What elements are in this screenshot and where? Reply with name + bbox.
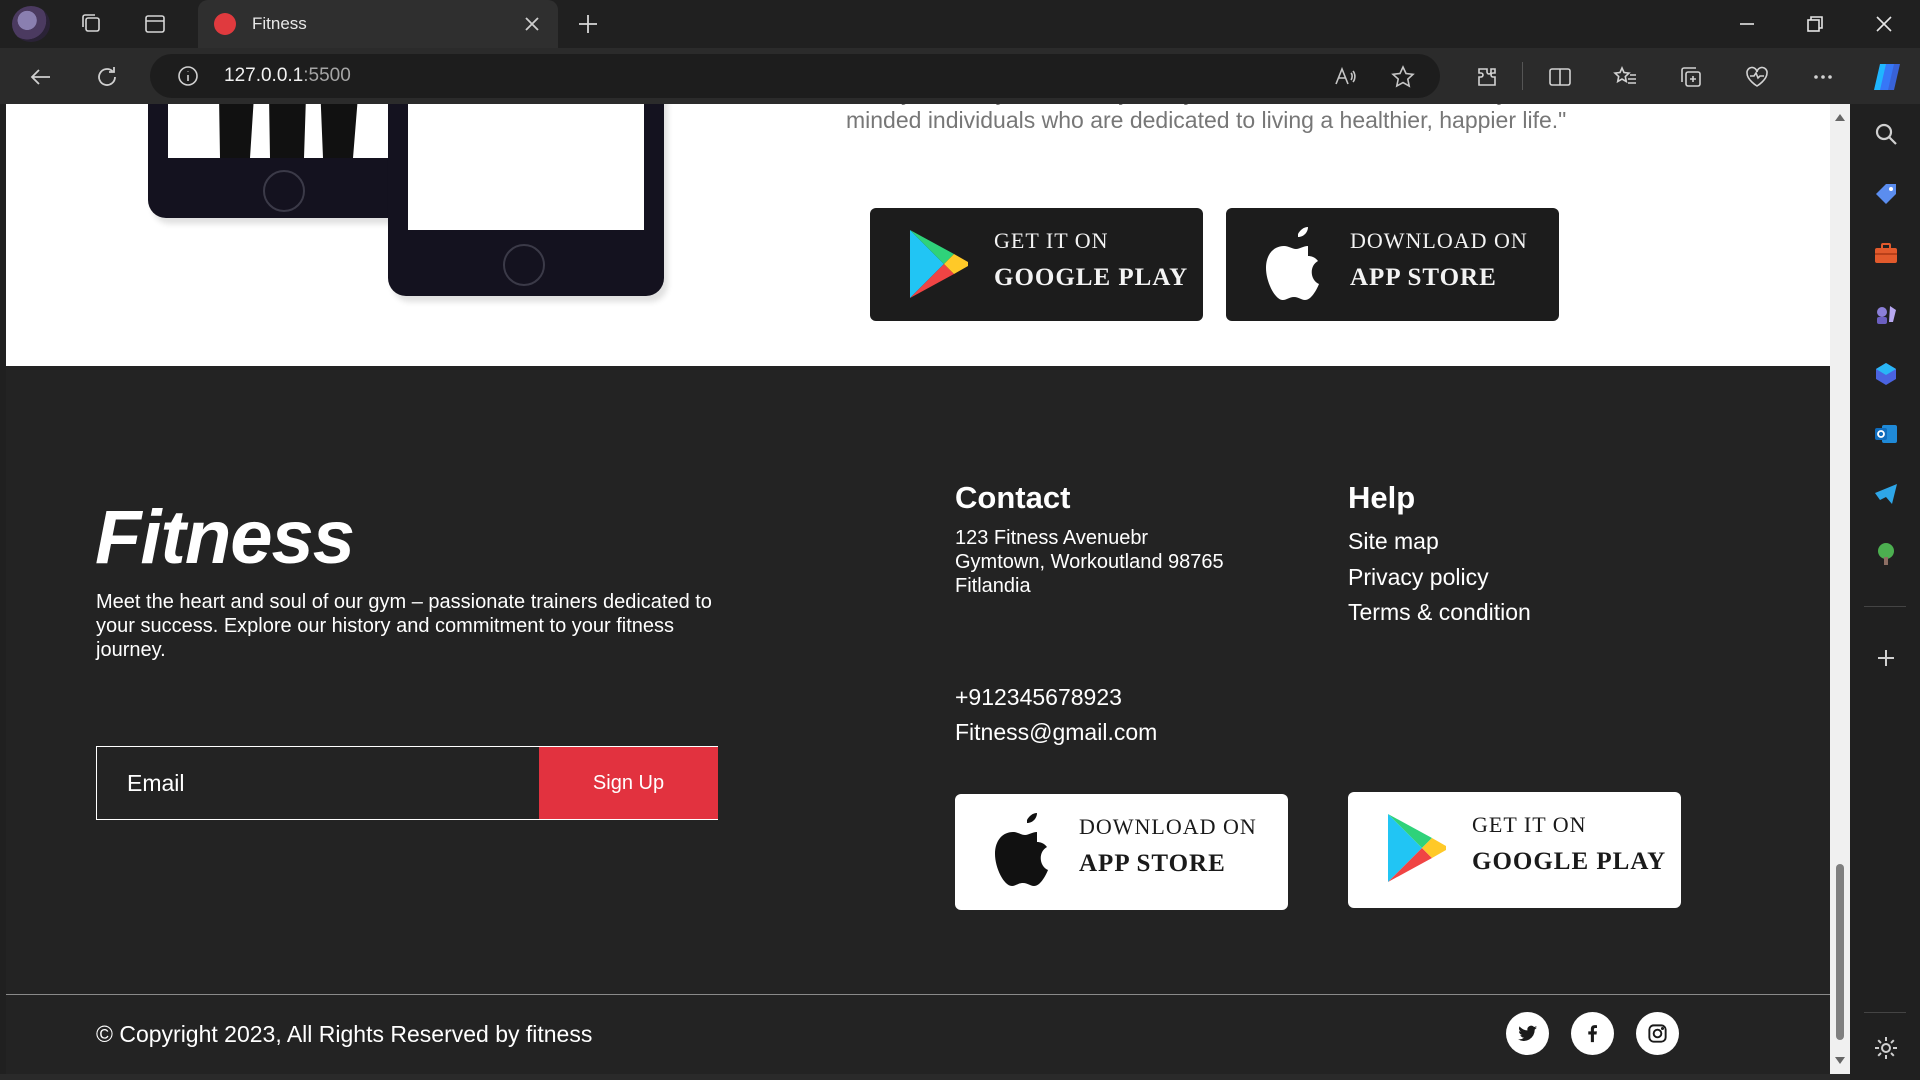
phone-screen — [168, 104, 400, 158]
favorite-star-icon[interactable] — [1390, 64, 1416, 90]
google-play-small-text: GET IT ON — [994, 228, 1109, 253]
search-icon[interactable] — [1872, 120, 1900, 148]
extensions-icon[interactable] — [1474, 64, 1500, 90]
help-heading: Help — [1348, 480, 1416, 515]
close-window-icon[interactable] — [1872, 12, 1896, 36]
contact-email[interactable]: Fitness@gmail.com — [955, 719, 1157, 746]
copilot-icon[interactable] — [1870, 60, 1904, 94]
page-viewport: Ready to start your fitness journey? Joi… — [6, 104, 1830, 1074]
sidebar-separator — [1864, 606, 1906, 607]
phone-home-button — [263, 170, 305, 212]
footer-google-play-big-text: GOOGLE PLAY — [1472, 848, 1667, 875]
new-tab-icon[interactable] — [576, 12, 600, 36]
shopping-tag-icon[interactable] — [1872, 180, 1900, 208]
close-tab-icon[interactable] — [522, 14, 542, 34]
address-line-1: 123 Fitness Avenuebr — [955, 527, 1149, 549]
newsletter-form: Sign Up — [96, 746, 718, 820]
footer-divider — [6, 994, 1830, 995]
vertical-tabs-icon[interactable] — [143, 12, 167, 36]
footer-about-text: Meet the heart and soul of our gym – pas… — [96, 591, 712, 661]
minimize-icon[interactable] — [1735, 12, 1759, 36]
add-icon[interactable] — [1872, 644, 1900, 672]
fitness-favicon-icon — [214, 13, 236, 35]
instagram-icon — [1648, 1024, 1667, 1043]
browser-tab-bar: Fitness — [0, 0, 1920, 48]
read-aloud-icon[interactable] — [1332, 64, 1358, 90]
google-play-big-text: GOOGLE PLAY — [994, 264, 1189, 291]
scrollbar-thumb[interactable] — [1836, 864, 1844, 1040]
edge-sidebar — [1850, 104, 1920, 1080]
address-line-2: Gymtown, Workoutland 98765 — [955, 551, 1224, 573]
help-link-site-map[interactable]: Site map — [1348, 528, 1439, 555]
contact-address: 123 Fitness Avenuebr Gymtown, Workoutlan… — [955, 526, 1295, 598]
site-footer: Fitness Meet the heart and soul of our g… — [6, 366, 1830, 1074]
app-store-small-text: DOWNLOAD ON — [1350, 228, 1528, 253]
copilot-sidebar-icon[interactable] — [1872, 360, 1900, 388]
footer-brand-logo[interactable]: Fitness — [95, 494, 355, 581]
toolbar-separator — [1522, 62, 1523, 90]
browser-essentials-icon[interactable] — [1744, 64, 1770, 90]
facebook-link[interactable] — [1571, 1012, 1614, 1055]
split-screen-icon[interactable] — [1547, 64, 1573, 90]
back-icon[interactable] — [28, 64, 54, 90]
restore-icon[interactable] — [1803, 12, 1827, 36]
url-host: 127.0.0.1 — [224, 65, 304, 86]
outlook-icon[interactable] — [1872, 420, 1900, 448]
settings-gear-icon[interactable] — [1872, 1034, 1900, 1062]
athlete-silhouette-image — [219, 104, 358, 158]
games-icon[interactable] — [1872, 300, 1900, 328]
instagram-link[interactable] — [1636, 1012, 1679, 1055]
collections-icon[interactable] — [1678, 64, 1704, 90]
help-link-terms[interactable]: Terms & condition — [1348, 599, 1531, 626]
sidebar-separator — [1864, 1012, 1906, 1013]
sign-up-button[interactable]: Sign Up — [539, 747, 718, 819]
url-text[interactable]: 127.0.0.1:5500 — [224, 65, 351, 87]
address-bar[interactable]: 127.0.0.1:5500 — [150, 54, 1440, 98]
footer-app-store-button[interactable]: DOWNLOAD ON APP STORE — [955, 794, 1288, 910]
profile-avatar[interactable] — [12, 6, 50, 42]
contact-phone[interactable]: +912345678923 — [955, 684, 1122, 711]
phone-screen — [408, 104, 644, 230]
app-store-button[interactable]: DOWNLOAD ON APP STORE — [1226, 208, 1559, 321]
twitter-icon — [1517, 1025, 1538, 1041]
hero-paragraph: Ready to start your fitness journey? Joi… — [846, 104, 1582, 133]
app-download-section: Ready to start your fitness journey? Joi… — [6, 104, 1830, 366]
apple-icon — [995, 813, 1048, 886]
more-options-icon[interactable] — [1810, 64, 1836, 90]
browser-toolbar: 127.0.0.1:5500 — [0, 48, 1920, 104]
scroll-up-arrow-icon[interactable] — [1834, 112, 1846, 124]
twitter-link[interactable] — [1506, 1012, 1549, 1055]
phone-image-front — [388, 104, 664, 296]
workspaces-icon[interactable] — [80, 12, 104, 36]
telegram-send-icon[interactable] — [1872, 480, 1900, 508]
tab-title: Fitness — [252, 14, 307, 33]
horizontal-scroll-area — [0, 1074, 1850, 1080]
google-play-button[interactable]: GET IT ON GOOGLE PLAY — [870, 208, 1203, 321]
refresh-icon[interactable] — [94, 64, 120, 90]
contact-heading: Contact — [955, 480, 1071, 515]
scroll-down-arrow-icon[interactable] — [1834, 1054, 1846, 1066]
google-play-icon — [910, 230, 968, 298]
footer-app-store-small-text: DOWNLOAD ON — [1079, 814, 1257, 839]
page-scrollbar[interactable] — [1830, 104, 1850, 1074]
app-store-big-text: APP STORE — [1350, 264, 1497, 291]
site-info-icon[interactable] — [176, 64, 200, 88]
google-play-icon — [1388, 814, 1446, 882]
email-input[interactable] — [97, 747, 539, 819]
footer-app-store-big-text: APP STORE — [1079, 850, 1226, 877]
help-link-privacy-policy[interactable]: Privacy policy — [1348, 564, 1489, 591]
phone-home-button — [503, 244, 545, 286]
tab-fitness[interactable]: Fitness — [198, 0, 558, 48]
copyright-text: © Copyright 2023, All Rights Reserved by… — [96, 1021, 593, 1047]
tree-icon[interactable] — [1872, 540, 1900, 568]
apple-icon — [1266, 227, 1319, 300]
phone-image-back — [148, 104, 420, 218]
footer-google-play-button[interactable]: GET IT ON GOOGLE PLAY — [1348, 792, 1681, 908]
footer-google-play-small-text: GET IT ON — [1472, 812, 1587, 837]
url-port: :5500 — [303, 65, 351, 86]
tools-briefcase-icon[interactable] — [1872, 240, 1900, 268]
address-line-3: Fitlandia — [955, 575, 1031, 597]
favorites-icon[interactable] — [1612, 64, 1638, 90]
facebook-icon — [1588, 1025, 1598, 1043]
